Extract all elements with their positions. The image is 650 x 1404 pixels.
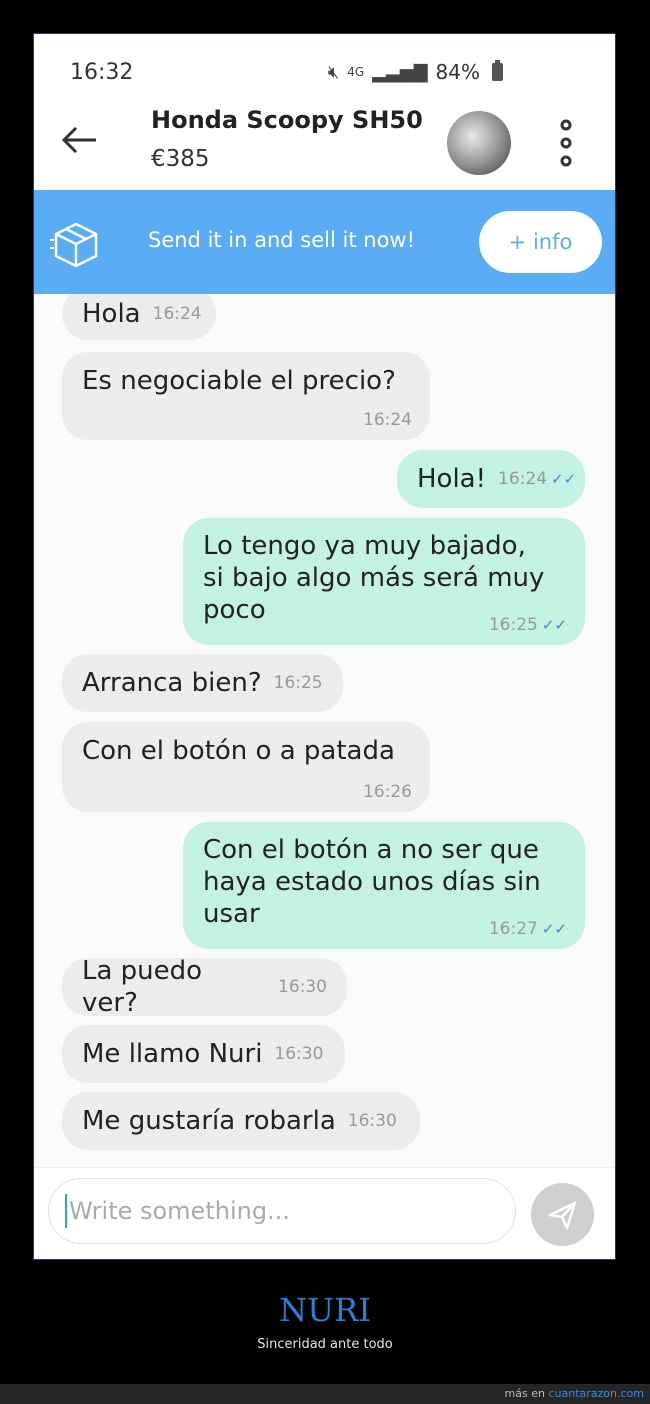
read-ticks-icon: ✓✓	[541, 616, 567, 634]
message-line: si bajo algo más será muy	[203, 563, 545, 593]
footer-bar: más en cuantarazon.com	[0, 1384, 650, 1404]
message-time: 16:30	[278, 977, 327, 997]
message-time: 16:24	[498, 469, 548, 489]
status-icons: 🔇︎ 4G ▂▃▅▇ 84%	[328, 60, 503, 84]
chat-header: Honda Scoopy SH50 €385	[34, 96, 615, 190]
message-time: 16:25	[488, 615, 538, 635]
read-ticks-icon: ✓✓	[541, 920, 567, 938]
message-bubble-outgoing: Lo tengo ya muy bajado, si bajo algo más…	[183, 518, 585, 645]
message-time: 16:30	[274, 1044, 324, 1064]
message-text: Hola!	[417, 464, 487, 494]
message-line: haya estado unos días sin	[203, 867, 541, 897]
kebab-menu-icon[interactable]	[554, 118, 578, 170]
chat-thread[interactable]: Hola 16:24 Es negociable el precio? 16:2…	[34, 294, 615, 1167]
message-text: Hola	[82, 299, 141, 329]
message-line: Con el botón a no ser que	[203, 835, 539, 865]
message-bubble-outgoing: Hola! 16:24 ✓✓	[397, 450, 585, 508]
message-time: 16:25	[273, 673, 323, 693]
send-icon[interactable]	[531, 1183, 594, 1246]
listing-title[interactable]: Honda Scoopy SH50	[151, 106, 423, 134]
battery-percent: 84%	[435, 60, 480, 84]
message-line: Lo tengo ya muy bajado,	[203, 531, 526, 561]
message-bubble-incoming: Hola 16:24	[62, 294, 216, 340]
message-time: 16:27	[488, 919, 538, 939]
message-bubble-incoming: Me llamo Nuri 16:30	[62, 1025, 345, 1083]
status-time: 16:32	[70, 60, 134, 85]
message-time: 16:26	[363, 782, 412, 802]
message-bubble-incoming: La puedo ver? 16:30	[62, 956, 347, 1018]
message-time: 16:24	[363, 410, 412, 430]
message-text: La puedo ver?	[82, 956, 203, 1018]
message-text: Me llamo Nuri	[82, 1039, 263, 1069]
message-bubble-incoming: Es negociable el precio? 16:24	[62, 352, 430, 440]
network-type: 4G	[347, 65, 365, 79]
back-arrow-icon[interactable]	[60, 120, 100, 160]
message-bubble-incoming: Me gustaría robarla 16:30	[62, 1092, 420, 1150]
footer-site-link[interactable]: cuantarazon.com	[548, 1387, 644, 1400]
caption-subtitle: Sinceridad ante todo	[257, 1337, 393, 1352]
message-composer: Write something...	[34, 1167, 615, 1259]
read-ticks-icon: ✓✓	[551, 470, 577, 488]
banner-text: Send it in and sell it now!	[148, 228, 416, 252]
muted-icon: 🔇︎	[327, 61, 340, 83]
message-text: Con el botón o a patada	[82, 736, 395, 766]
message-text: Es negociable el precio?	[82, 366, 396, 396]
shipping-banner: Send it in and sell it now! + info	[34, 190, 615, 294]
message-bubble-outgoing: Con el botón a no ser que haya estado un…	[183, 822, 585, 949]
message-text: Me gustaría robarla	[82, 1106, 336, 1136]
listing-price: €385	[151, 146, 210, 172]
message-time: 16:30	[347, 1111, 397, 1131]
footer-prefix: más en	[504, 1387, 545, 1400]
box-icon	[50, 222, 98, 268]
message-text: Arranca bien?	[82, 668, 262, 698]
phone-screen: 16:32 🔇︎ 4G ▂▃▅▇ 84% Honda Scoopy SH50 €…	[33, 33, 616, 1260]
signal-icon: ▂▃▅▇	[372, 61, 428, 83]
seller-avatar[interactable]	[447, 111, 511, 175]
caption-title: NURI	[279, 1291, 371, 1329]
message-bubble-incoming: Con el botón o a patada 16:26	[62, 722, 430, 812]
footer-text: más en cuantarazon.com	[505, 1387, 644, 1400]
message-time: 16:24	[152, 304, 202, 324]
message-bubble-incoming: Arranca bien? 16:25	[62, 654, 343, 712]
text-caret	[65, 1194, 67, 1228]
message-input[interactable]: Write something...	[48, 1178, 516, 1244]
info-button[interactable]: + info	[479, 211, 602, 273]
battery-icon	[492, 60, 503, 81]
message-input-placeholder: Write something...	[69, 1197, 290, 1225]
